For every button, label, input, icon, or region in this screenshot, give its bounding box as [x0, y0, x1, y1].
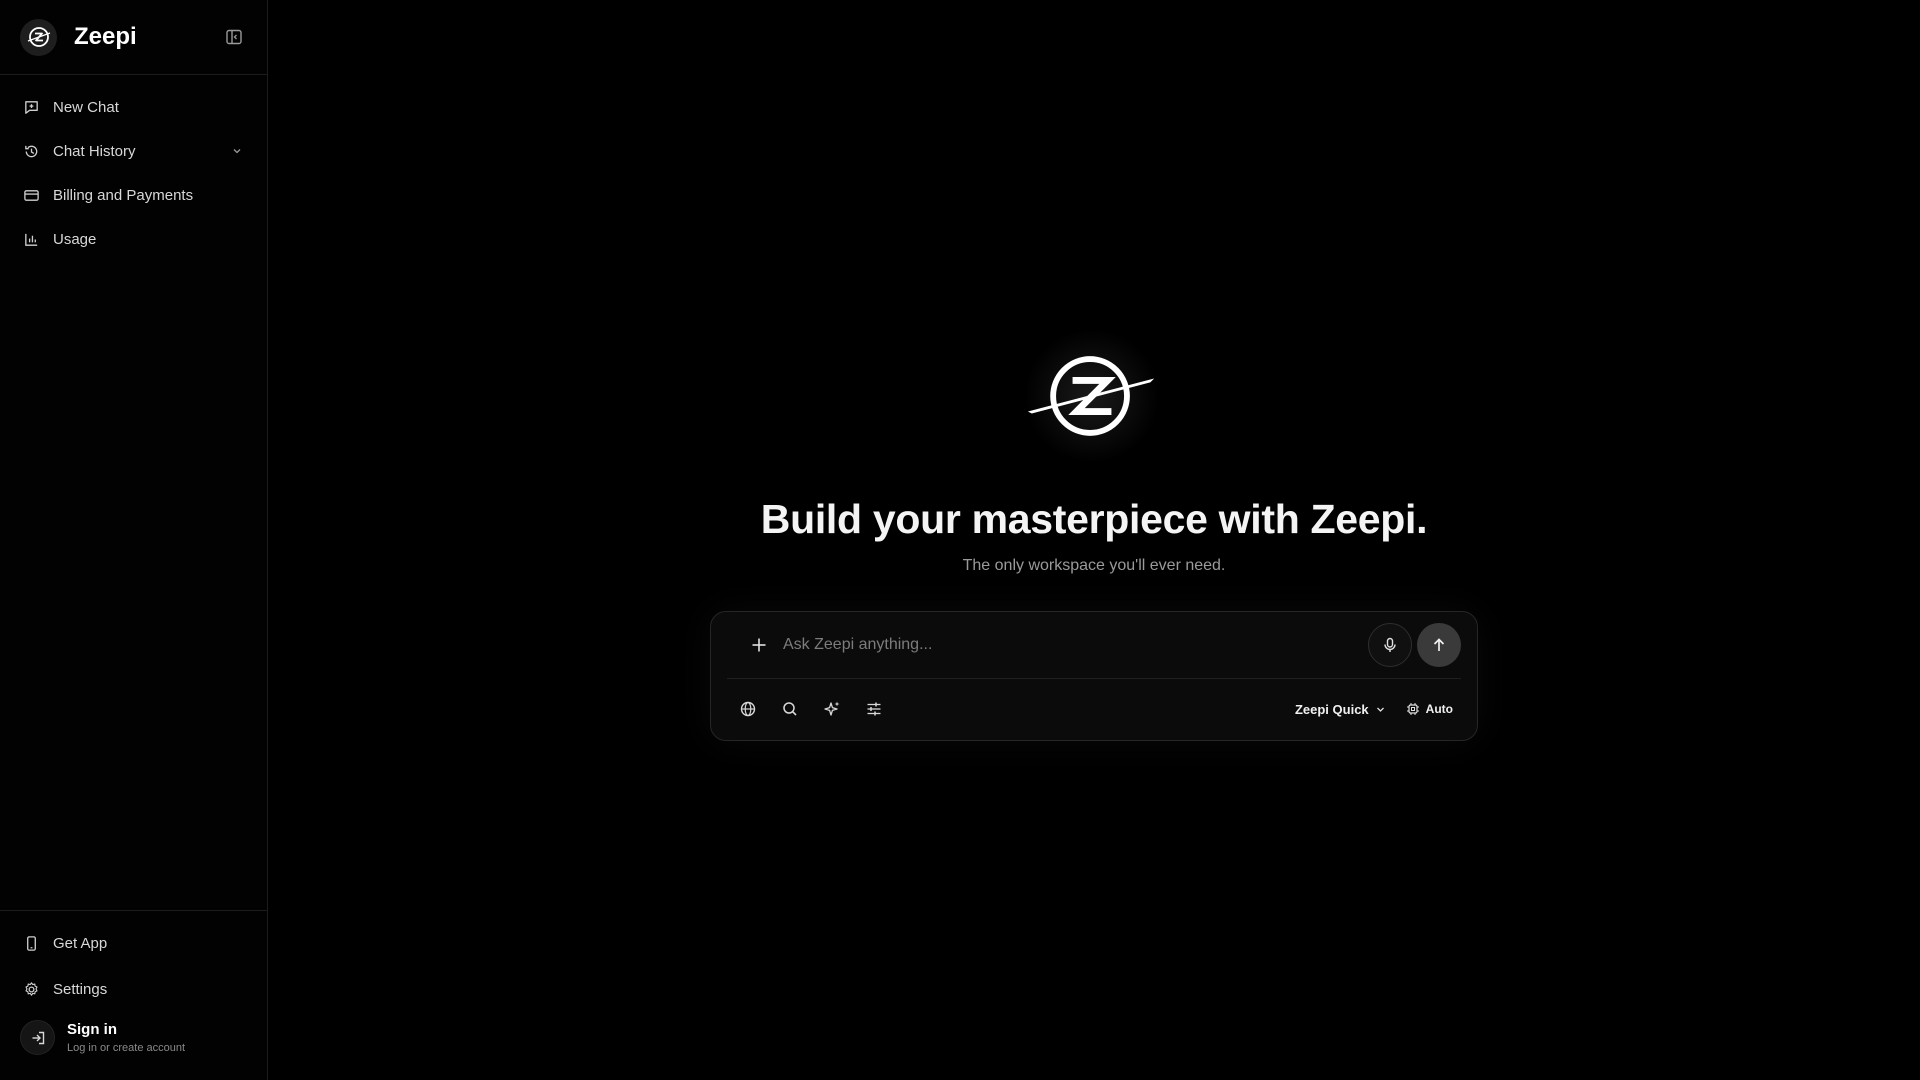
- sidebar-footer: Get App Settings Sign in Log in or creat…: [0, 910, 267, 1080]
- sidebar-item-label: Get App: [53, 934, 108, 952]
- bar-chart-icon: [25, 233, 38, 246]
- sliders-icon[interactable]: [865, 700, 883, 718]
- chat-input[interactable]: [783, 636, 1368, 654]
- zeepi-logo[interactable]: [20, 18, 57, 56]
- avatar: [20, 1020, 55, 1055]
- sidebar-item-usage[interactable]: Usage: [0, 217, 267, 261]
- main-area: Build your masterpiece with Zeepi. The o…: [268, 0, 1920, 1080]
- search-icon[interactable]: [781, 700, 799, 718]
- globe-icon[interactable]: [739, 700, 757, 718]
- send-button[interactable]: [1417, 623, 1461, 667]
- sidebar-item-get-app[interactable]: Get App: [0, 920, 267, 966]
- microphone-icon: [1384, 637, 1396, 652]
- zeepi-logo-icon: [27, 27, 50, 47]
- page-title: Build your masterpiece with Zeepi.: [760, 496, 1428, 542]
- chevron-down-icon: [1376, 707, 1384, 712]
- sign-in-subtitle: Log in or create account: [67, 1042, 186, 1054]
- sidebar-item-label: Settings: [53, 980, 108, 998]
- sidebar-item-billing[interactable]: Billing and Payments: [0, 173, 267, 217]
- sign-in-button[interactable]: Sign in Log in or create account: [0, 1012, 267, 1055]
- sidebar-toggle-icon: [226, 29, 242, 45]
- hero-logo: [1024, 328, 1160, 464]
- sidebar-item-label: Usage: [53, 230, 97, 248]
- cpu-icon: [1406, 703, 1419, 715]
- chevron-down-icon[interactable]: [231, 145, 243, 157]
- sidebar-item-new-chat[interactable]: New Chat: [0, 85, 267, 129]
- phone-icon: [27, 935, 36, 951]
- voice-input-button[interactable]: [1368, 623, 1412, 667]
- collapse-sidebar-button[interactable]: [225, 28, 243, 46]
- page-subtitle: The only workspace you'll ever need.: [962, 557, 1226, 574]
- sidebar-item-label: Chat History: [53, 142, 136, 160]
- sidebar-item-settings[interactable]: Settings: [0, 966, 267, 1012]
- sidebar-nav: New Chat Chat History Billing and Paymen…: [0, 75, 267, 261]
- sign-in-title: Sign in: [67, 1021, 117, 1038]
- model-selector[interactable]: Zeepi Quick: [1295, 702, 1386, 717]
- auto-mode-label: Auto: [1425, 702, 1453, 716]
- sidebar-item-label: New Chat: [53, 98, 119, 116]
- add-attachment-icon[interactable]: [749, 635, 769, 655]
- chat-composer: Zeepi Quick Auto: [710, 611, 1478, 741]
- zeepi-logo-icon: [1027, 356, 1155, 436]
- sidebar-header: Zeepi: [0, 0, 267, 75]
- sign-in-icon: [32, 1031, 44, 1044]
- new-chat-icon: [25, 100, 38, 114]
- model-selector-label: Zeepi Quick: [1294, 701, 1369, 717]
- sparkles-icon[interactable]: [823, 700, 841, 718]
- sidebar-item-chat-history[interactable]: Chat History: [0, 129, 267, 173]
- history-icon: [25, 145, 38, 157]
- brand-name: Zeepi: [74, 23, 137, 50]
- sidebar-item-label: Billing and Payments: [53, 186, 194, 204]
- arrow-up-icon: [1433, 638, 1445, 651]
- auto-mode-button[interactable]: Auto: [1406, 702, 1453, 716]
- sidebar: Zeepi New Chat Chat History Billing and …: [0, 0, 268, 1080]
- gear-icon: [25, 981, 38, 996]
- credit-card-icon: [24, 189, 39, 201]
